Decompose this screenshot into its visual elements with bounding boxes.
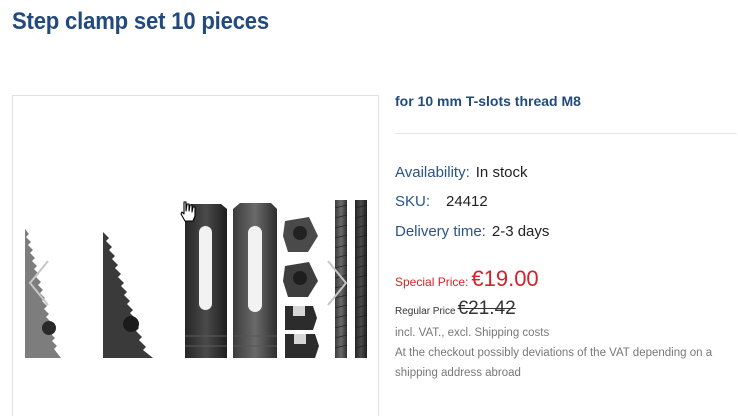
sku-label: SKU: bbox=[395, 193, 431, 210]
chevron-right-icon bbox=[327, 260, 348, 306]
regular-price: Regular Price €21.42 bbox=[395, 298, 516, 320]
sku-value: 24412 bbox=[446, 193, 488, 210]
gallery-prev-button[interactable] bbox=[24, 258, 54, 308]
delivery-value: 2-3 days bbox=[491, 223, 550, 240]
checkout-note-line2: shipping address abroad bbox=[395, 367, 521, 379]
gallery-next-button[interactable] bbox=[322, 258, 352, 308]
checkout-note-line1: At the checkout possibly deviations of t… bbox=[395, 347, 713, 359]
delivery-label: Delivery time: bbox=[395, 223, 486, 240]
divider bbox=[395, 133, 737, 134]
special-price-value: €19.00 bbox=[471, 266, 539, 291]
vat-note: incl. VAT., excl. Shipping costs bbox=[395, 327, 550, 339]
regular-price-label: Regular Price bbox=[395, 306, 456, 317]
special-price-label: Special Price: bbox=[395, 275, 469, 289]
availability-row: Availability: In stock bbox=[395, 164, 527, 181]
delivery-row: Delivery time: 2-3 days bbox=[395, 223, 549, 240]
special-price: Special Price: €19.00 bbox=[395, 266, 539, 292]
regular-price-value: €21.42 bbox=[457, 298, 516, 319]
product-image-gallery[interactable] bbox=[12, 95, 379, 416]
product-subtitle: for 10 mm T-slots thread M8 bbox=[395, 93, 581, 109]
chevron-left-icon bbox=[28, 260, 49, 306]
sku-row: SKU: 24412 bbox=[395, 193, 488, 210]
product-image bbox=[25, 200, 368, 358]
availability-label: Availability: bbox=[395, 164, 470, 181]
product-title: Step clamp set 10 pieces bbox=[12, 8, 270, 35]
availability-value: In stock bbox=[475, 164, 528, 181]
hand-pointer-icon bbox=[180, 201, 196, 222]
